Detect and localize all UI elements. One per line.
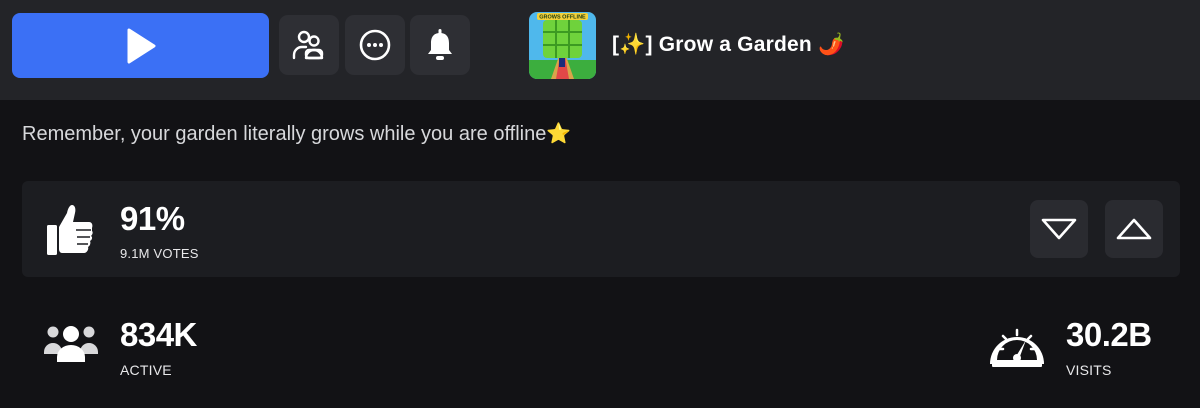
- users-icon: [44, 326, 98, 362]
- game-header-bar: GROWS OFFLINE [✨] Grow a Garden 🌶️: [0, 0, 1200, 100]
- party-icon: [292, 30, 324, 60]
- more-options-icon: [359, 29, 391, 61]
- rating-panel: [22, 181, 1180, 277]
- game-title: [✨] Grow a Garden 🌶️: [612, 33, 845, 56]
- visits-label: VISITS: [1066, 362, 1112, 378]
- visits-count: 30.2B: [1066, 316, 1152, 353]
- thumbnail-caption: GROWS OFFLINE: [539, 15, 586, 21]
- upvote-button[interactable]: [1105, 200, 1163, 258]
- play-button[interactable]: [12, 13, 269, 78]
- downvote-button[interactable]: [1030, 200, 1088, 258]
- active-label: ACTIVE: [120, 362, 172, 378]
- bell-icon: [428, 29, 452, 60]
- thumbs-up-icon: [47, 205, 93, 255]
- game-thumbnail[interactable]: GROWS OFFLINE: [529, 12, 596, 79]
- active-count: 834K: [120, 316, 197, 353]
- notifications-button[interactable]: [410, 15, 470, 75]
- party-button[interactable]: [279, 15, 339, 75]
- vote-count: 9.1M VOTES: [120, 246, 199, 261]
- chevron-up-icon: [1116, 218, 1152, 240]
- game-description: Remember, your garden literally grows wh…: [22, 123, 572, 145]
- more-options-button[interactable]: [345, 15, 405, 75]
- speedometer-icon: [990, 328, 1044, 367]
- play-icon: [127, 28, 155, 63]
- rating-percent: 91%: [120, 200, 185, 237]
- chevron-down-icon: [1041, 218, 1077, 240]
